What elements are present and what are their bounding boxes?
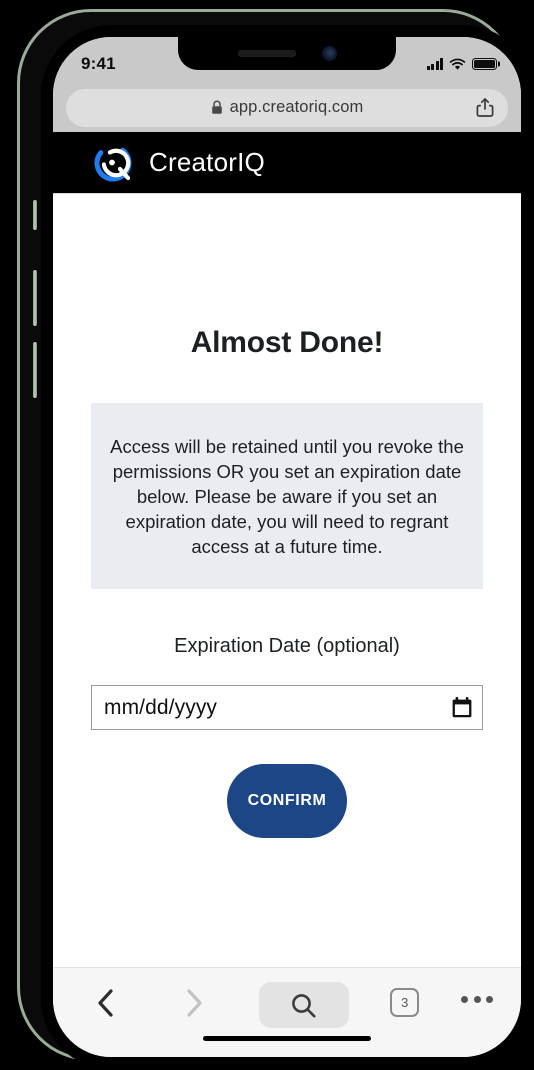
browser-bottom-toolbar: 3: [53, 967, 521, 1057]
battery-icon: [472, 57, 497, 71]
tab-count: 3: [401, 995, 409, 1010]
silent-switch[interactable]: [33, 200, 37, 230]
web-page: CreatorIQ Almost Done! Access will be re…: [53, 132, 521, 967]
volume-up-button[interactable]: [33, 270, 37, 326]
phone-frame: 9:41 app.creatoriq.com CreatorIQ Almost …: [17, 9, 533, 1069]
ellipsis-icon: [461, 996, 468, 1003]
volume-down-button[interactable]: [33, 342, 37, 398]
front-camera-icon: [321, 46, 337, 61]
status-time: 9:41: [81, 54, 116, 73]
more-menu-button[interactable]: [461, 996, 493, 1003]
url-bar-row: app.creatoriq.com: [53, 83, 521, 132]
search-icon: [292, 993, 316, 1017]
share-icon[interactable]: [474, 96, 496, 120]
speaker-grille-icon: [237, 50, 296, 57]
url-text: app.creatoriq.com: [229, 98, 364, 116]
address-bar[interactable]: app.creatoriq.com: [66, 88, 508, 127]
notch: [178, 37, 396, 70]
creatoriq-logo-icon: [94, 144, 132, 181]
phone-screen: 9:41 app.creatoriq.com CreatorIQ Almost …: [53, 37, 521, 1057]
date-placeholder-text: mm/dd/yyyy: [104, 695, 218, 719]
chevron-right-icon: [187, 989, 202, 1017]
brand-name: CreatorIQ: [149, 147, 265, 177]
search-button[interactable]: [258, 982, 349, 1028]
chevron-left-icon: [98, 989, 113, 1017]
wifi-icon: [449, 58, 466, 70]
brand-logo[interactable]: CreatorIQ: [91, 140, 265, 186]
page-content: Almost Done! Access will be retained unt…: [53, 194, 521, 967]
info-notice-text: Access will be retained until you revoke…: [110, 436, 464, 557]
back-button[interactable]: [83, 982, 129, 1024]
lock-icon: [211, 100, 222, 114]
info-notice-box: Access will be retained until you revoke…: [91, 403, 483, 589]
expiration-date-label: Expiration Date (optional): [174, 635, 400, 657]
home-indicator[interactable]: [203, 1035, 371, 1041]
page-title: Almost Done!: [190, 326, 384, 359]
status-indicators: [426, 57, 497, 71]
expiration-date-input[interactable]: mm/dd/yyyy: [91, 685, 483, 730]
signal-bars-icon: [426, 58, 443, 70]
forward-button[interactable]: [171, 982, 217, 1024]
screenshot-stage: 9:41 app.creatoriq.com CreatorIQ Almost …: [0, 0, 534, 1070]
calendar-icon[interactable]: [451, 696, 473, 719]
tab-switcher-button[interactable]: 3: [390, 988, 420, 1017]
confirm-button[interactable]: CONFIRM: [227, 764, 347, 838]
site-header: CreatorIQ: [53, 132, 521, 194]
